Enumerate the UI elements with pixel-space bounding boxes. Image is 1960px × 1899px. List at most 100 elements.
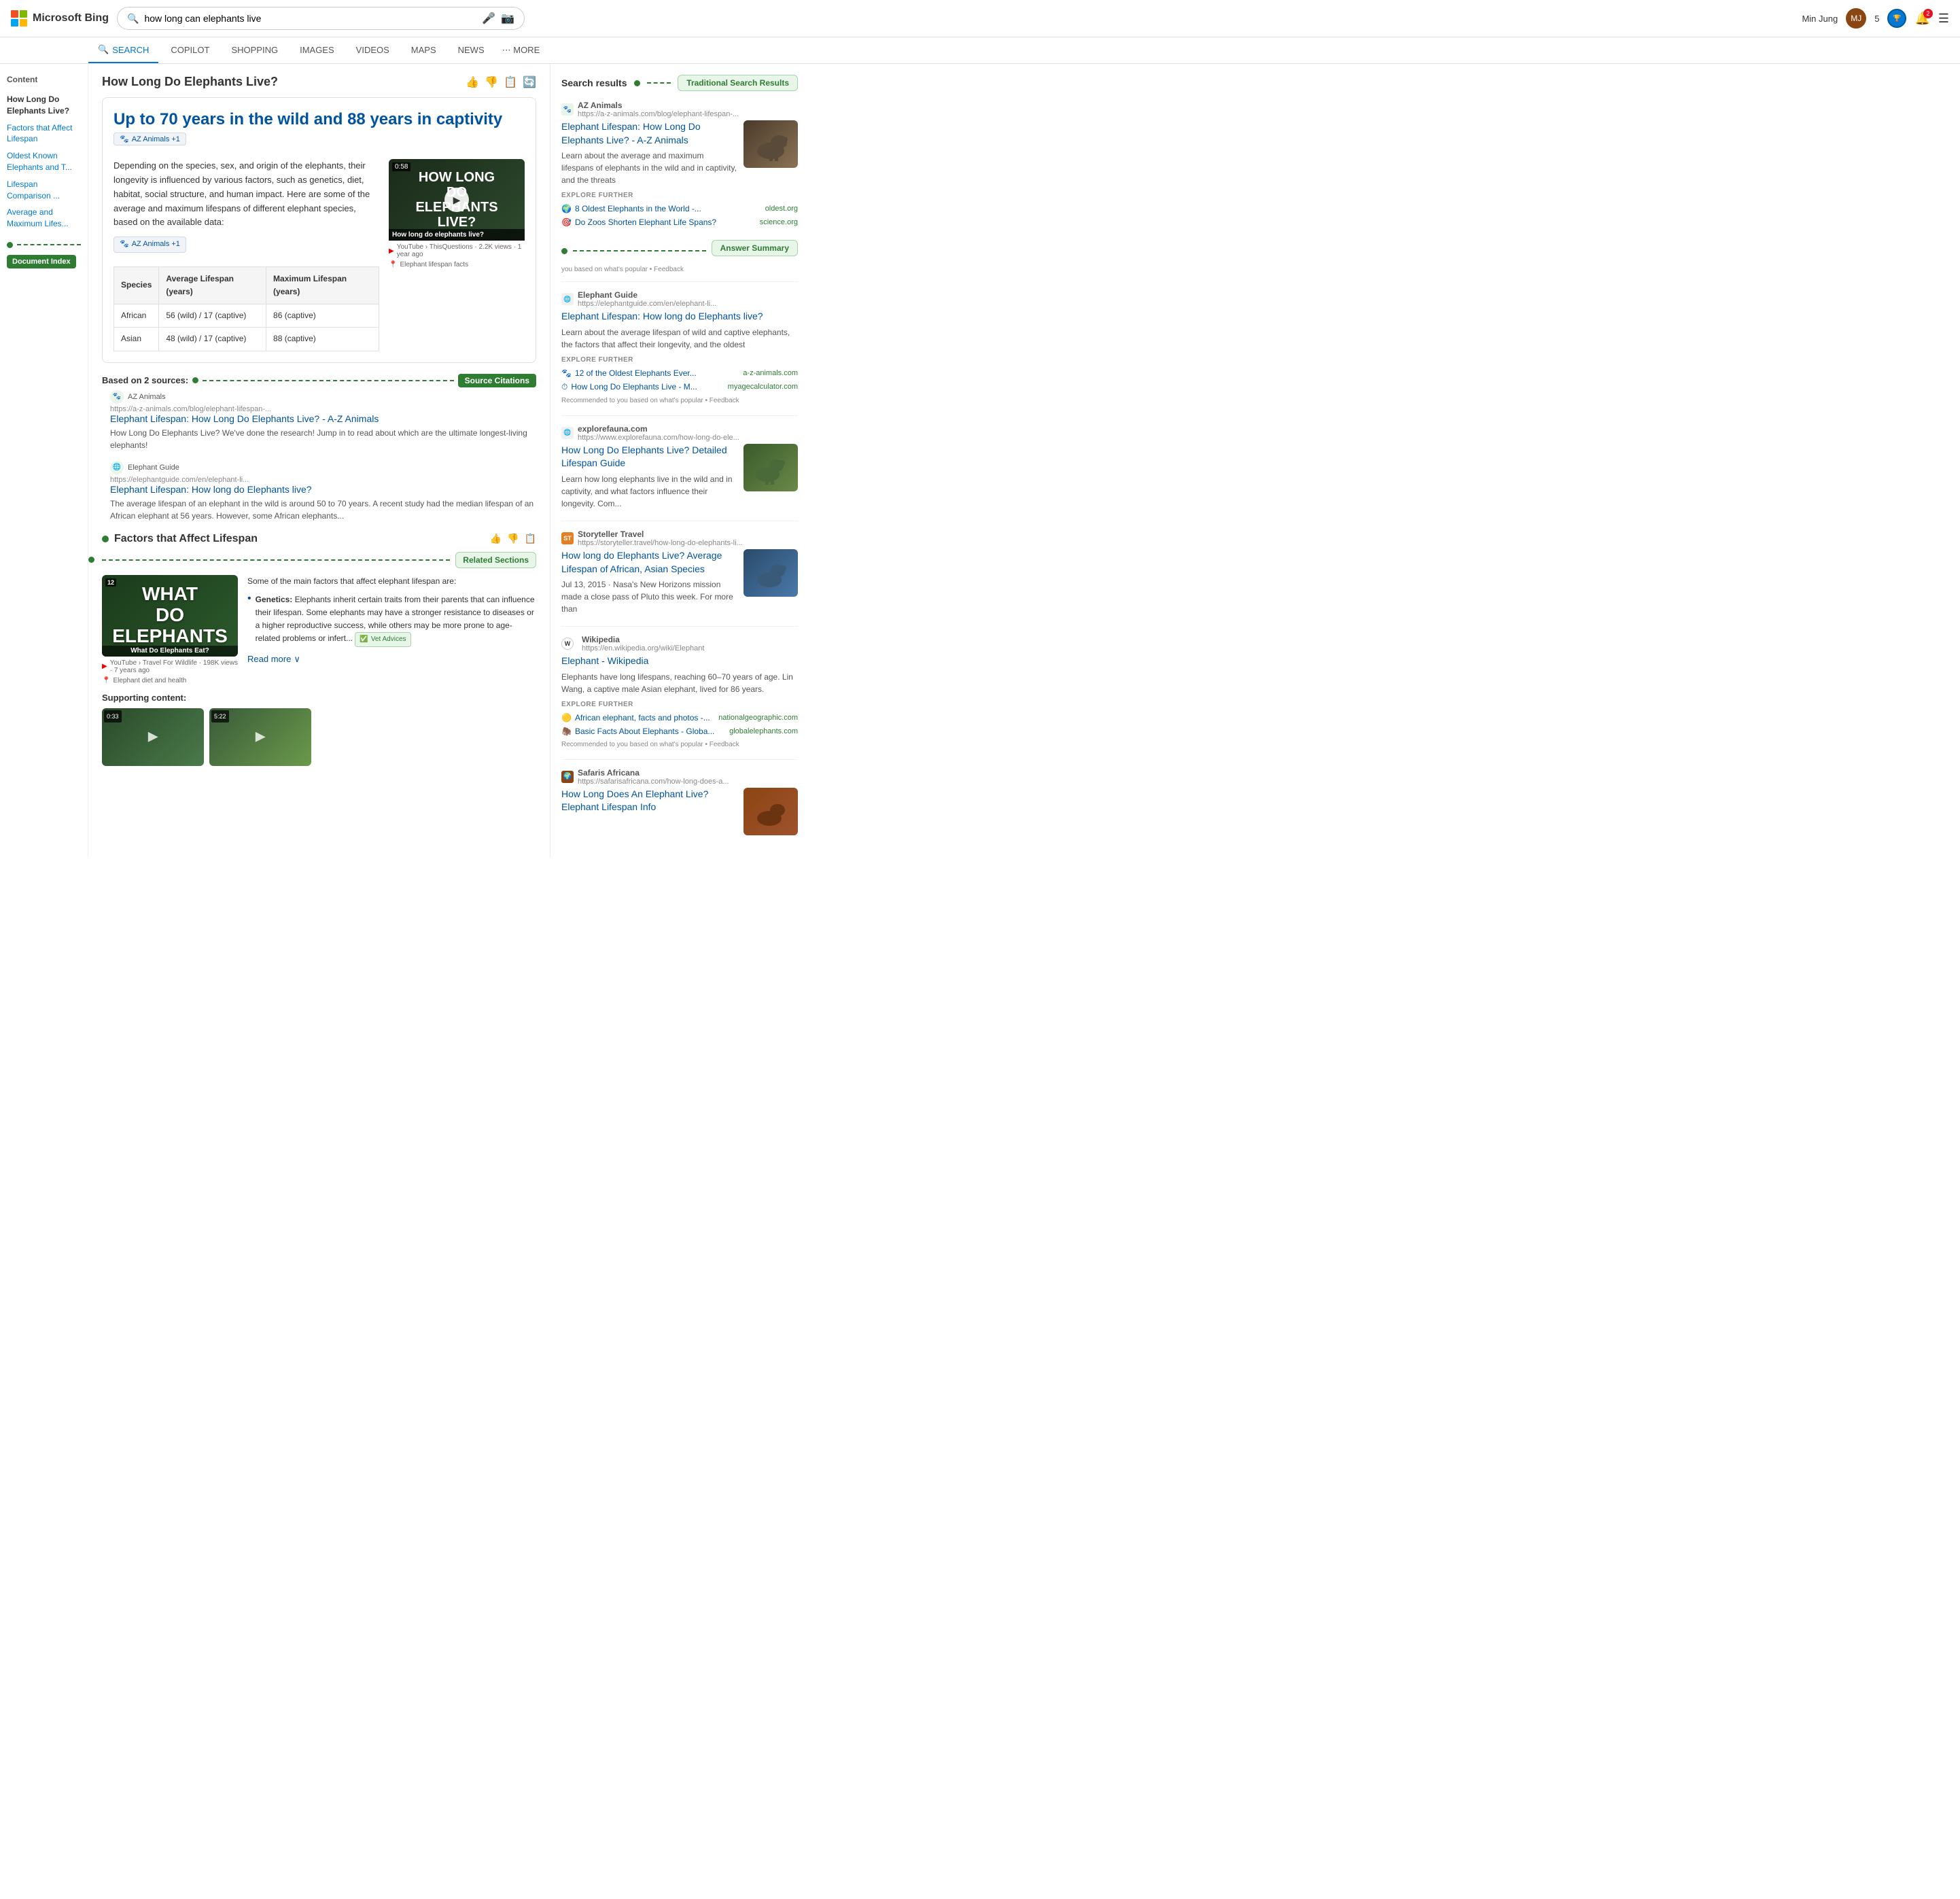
tab-videos[interactable]: VIDEOS — [347, 38, 399, 63]
hamburger-menu[interactable]: ☰ — [1938, 12, 1949, 26]
tsr-dot — [634, 80, 640, 86]
st-desc: Jul 13, 2015 · Nasa's New Horizons missi… — [561, 578, 737, 615]
az-content: Elephant Lifespan: How Long Do Elephants… — [561, 120, 798, 186]
st-title[interactable]: How long do Elephants Live? Average Life… — [561, 549, 737, 576]
vet-badge[interactable]: ✅ Vet Advices — [355, 632, 410, 647]
eg-url: https://elephantguide.com/en/elephant-li… — [578, 300, 716, 308]
supporting-title: Supporting content: — [102, 693, 536, 703]
traditional-search-results-badge[interactable]: Traditional Search Results — [678, 75, 798, 91]
logo: Microsoft Bing — [11, 10, 109, 27]
result-source-3: 🌐 explorefauna.com https://www.explorefa… — [561, 424, 798, 442]
factors-video-overlay: What Do Elephants Eat? — [102, 646, 238, 657]
tab-news[interactable]: NEWS — [449, 38, 494, 63]
more-button[interactable]: ⋯ MORE — [497, 38, 546, 63]
sidebar-item-factors[interactable]: Factors that Affect Lifespan — [7, 120, 81, 148]
result-source-1: 🐾 AZ Animals https://a-z-animals.com/blo… — [561, 101, 798, 118]
answer-summary-note: you based on what's popular • Feedback — [561, 266, 798, 273]
source-citations-badge[interactable]: Source Citations — [458, 374, 536, 387]
related-sections-annotation: Related Sections — [102, 552, 536, 568]
explore-link-2[interactable]: 🎯 Do Zoos Shorten Elephant Life Spans? — [561, 217, 716, 227]
ef-url: https://www.explorefauna.com/how-long-do… — [578, 434, 739, 442]
result-explorefauna: 🌐 explorefauna.com https://www.explorefa… — [561, 424, 798, 510]
sa-url: https://safarisafricana.com/how-long-doe… — [578, 778, 729, 786]
explore-item-3: 🐾 12 of the Oldest Elephants Ever... a-z… — [561, 366, 798, 380]
mic-button[interactable]: 🎤 — [482, 12, 495, 25]
source-title-2[interactable]: Elephant Lifespan: How long do Elephants… — [110, 484, 536, 495]
thumbs-down-button[interactable]: 👎 — [485, 75, 498, 89]
factors-video-meta: ▶ YouTube › Travel For Wildlife · 198K v… — [102, 657, 238, 677]
sa-favicon: 🌍 — [561, 771, 574, 783]
source-title-1[interactable]: Elephant Lifespan: How Long Do Elephants… — [110, 413, 536, 424]
tab-copilot[interactable]: COPILOT — [161, 38, 219, 63]
support-thumb-duration-1: 0:33 — [104, 710, 122, 722]
answer-text: Depending on the species, sex, and origi… — [113, 159, 379, 351]
explore-link-6[interactable]: 🦣 Basic Facts About Elephants - Globa... — [561, 727, 714, 736]
divider-4 — [561, 626, 798, 627]
search-bar[interactable]: 🔍 🎤 📷 — [117, 7, 525, 30]
explore-link-4[interactable]: ⏱ How Long Do Elephants Live - M... — [561, 382, 697, 392]
wiki-title[interactable]: Elephant - Wikipedia — [561, 655, 798, 668]
tab-search[interactable]: 🔍 SEARCH — [88, 37, 158, 63]
reward-badge[interactable]: 🏆 — [1887, 9, 1906, 28]
explore-icon-3: 🐾 — [561, 368, 572, 378]
search-input[interactable] — [144, 13, 476, 24]
lifespan-table: Species Average Lifespan (years) Maximum… — [113, 266, 379, 351]
answer-video-thumb[interactable]: 0:58 HOW LONGDOELEPHANTSLIVE? ▶ How long… — [389, 159, 525, 351]
factors-share[interactable]: 📋 — [525, 533, 536, 544]
source-badge[interactable]: 🐾 AZ Animals +1 — [113, 133, 186, 145]
az-title[interactable]: Elephant Lifespan: How Long Do Elephants… — [561, 120, 737, 147]
thumbs-up-button[interactable]: 👍 — [466, 75, 479, 89]
camera-button[interactable]: 📷 — [501, 12, 514, 25]
explore-link-1[interactable]: 🌍 8 Oldest Elephants in the World -... — [561, 204, 701, 213]
support-thumb-1[interactable]: 0:33 ▶ — [102, 708, 204, 766]
ef-domain: explorefauna.com — [578, 424, 739, 434]
avatar: MJ — [1846, 8, 1866, 29]
divider-1 — [561, 281, 798, 282]
explore-link-3[interactable]: 🐾 12 of the Oldest Elephants Ever... — [561, 368, 697, 378]
explore-icon-1: 🌍 — [561, 204, 572, 213]
source-domain-1: 🐾 AZ Animals — [110, 390, 536, 404]
answer-body: Depending on the species, sex, and origi… — [113, 159, 525, 351]
explore-link-5[interactable]: 🟡 African elephant, facts and photos -..… — [561, 713, 710, 722]
sidebar-item-comparison[interactable]: Lifespan Comparison ... — [7, 176, 81, 205]
read-more-button[interactable]: Read more ∨ — [247, 652, 536, 667]
result-source-4: ST Storyteller Travel https://storytelle… — [561, 529, 798, 547]
ef-desc: Learn how long elephants live in the wil… — [561, 473, 737, 510]
document-index-badge[interactable]: Document Index — [7, 255, 76, 268]
refresh-button[interactable]: 🔄 — [523, 75, 536, 89]
explore-source-2: science.org — [760, 218, 798, 226]
related-sections-badge[interactable]: Related Sections — [455, 552, 536, 568]
tab-shopping[interactable]: SHOPPING — [222, 38, 287, 63]
explore-icon-5: 🟡 — [561, 713, 572, 722]
sidebar-item-oldest[interactable]: Oldest Known Elephants and T... — [7, 147, 81, 176]
list-item: • Genetics: Elephants inherit certain tr… — [247, 593, 536, 648]
tab-maps[interactable]: MAPS — [402, 38, 446, 63]
source-domain-2: 🌐 Elephant Guide — [110, 461, 536, 474]
notification-button[interactable]: 🔔 2 — [1914, 12, 1929, 26]
tab-images[interactable]: IMAGES — [290, 38, 344, 63]
sidebar-item-how-long[interactable]: How Long Do Elephants Live? — [7, 91, 81, 120]
az-image — [743, 120, 798, 168]
eg-title[interactable]: Elephant Lifespan: How long do Elephants… — [561, 310, 798, 324]
answer-headline: Up to 70 years in the wild and 88 years … — [113, 109, 525, 130]
inline-source-badge[interactable]: 🐾 AZ Animals +1 — [113, 237, 186, 253]
support-thumb-2[interactable]: 5:22 ▶ — [209, 708, 311, 766]
answer-summary-badge[interactable]: Answer Summary — [712, 240, 798, 256]
sa-title[interactable]: How Long Does An Elephant Live? Elephant… — [561, 788, 737, 814]
sidebar-item-average[interactable]: Average and Maximum Lifes... — [7, 204, 81, 232]
st-image — [743, 549, 798, 597]
factors-video[interactable]: 12 WHATDOELEPHANTS What Do Elephants Eat… — [102, 575, 238, 684]
divider-5 — [561, 759, 798, 760]
col-max: Maximum Lifespan (years) — [266, 266, 379, 304]
ef-title[interactable]: How Long Do Elephants Live? Detailed Lif… — [561, 444, 737, 470]
share-button[interactable]: 📋 — [504, 75, 517, 89]
supporting-thumbs: 0:33 ▶ 5:22 ▶ — [102, 708, 536, 766]
search-nav-icon: 🔍 — [98, 44, 109, 55]
result-safaris: 🌍 Safaris Africana https://safarisafrica… — [561, 768, 798, 835]
answer-summary-dot — [561, 248, 567, 254]
nav-tabs: 🔍 SEARCH COPILOT SHOPPING IMAGES VIDEOS … — [0, 37, 1960, 64]
source-citations-section: Based on 2 sources: Source Citations 🐾 A… — [102, 374, 536, 522]
factors-thumbs-up[interactable]: 👍 — [490, 533, 502, 544]
factors-thumbs-down[interactable]: 👎 — [507, 533, 519, 544]
source-desc-1: How Long Do Elephants Live? We've done t… — [110, 427, 536, 451]
